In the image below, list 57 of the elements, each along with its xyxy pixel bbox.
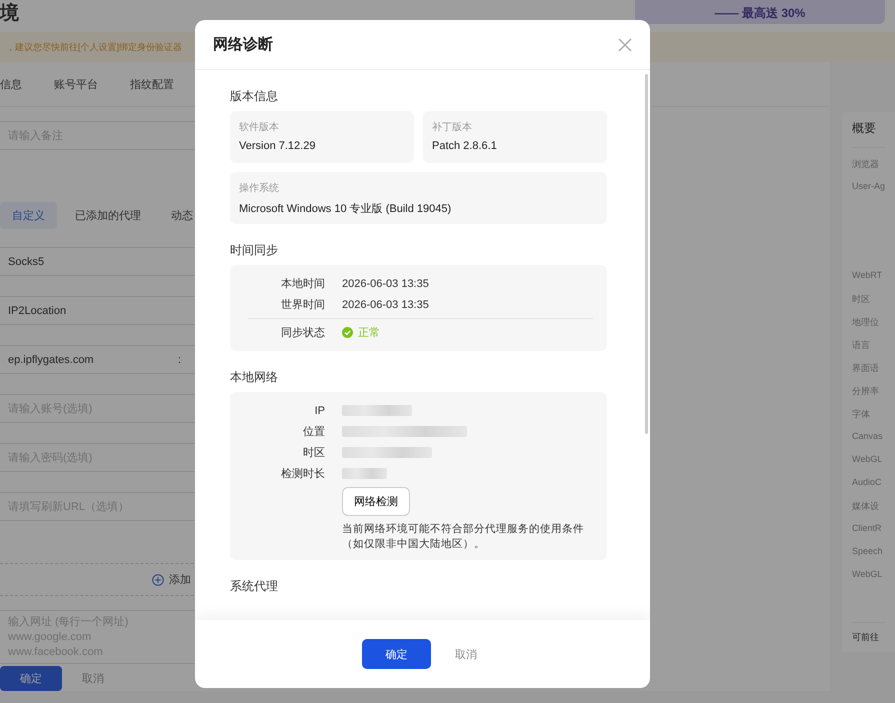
section-heading: 系统代理 [230, 578, 279, 595]
summary-label: WebGL [852, 568, 884, 581]
scrollbar-thumb[interactable] [644, 74, 648, 434]
cancel-button[interactable]: 取消 [449, 646, 483, 662]
row-label: 位置 [302, 425, 325, 439]
row-label: 本地时间 [280, 277, 325, 291]
summary-label: 分辨率 [852, 385, 880, 398]
tab[interactable]: 账号平台 [54, 76, 98, 92]
card-value: Microsoft Windows 10 专业版 (Build 19045) [239, 202, 452, 216]
proxy-tab[interactable]: 已添加的代理 [63, 202, 153, 229]
tab[interactable]: 指纹配置 [130, 76, 174, 92]
card-value: Version 7.12.29 [239, 140, 316, 152]
plus-circle-icon [152, 574, 164, 586]
summary-label: WebRT [852, 269, 884, 282]
network-test-button[interactable]: 网络检测 [342, 487, 410, 516]
summary-label: Speech [852, 545, 884, 558]
summary-footer: 可前往 [852, 622, 885, 644]
summary-label: 语言 [852, 339, 871, 352]
section-heading: 版本信息 [230, 88, 279, 105]
row-label: IP [314, 404, 325, 416]
row-label: 世界时间 [280, 298, 325, 312]
summary-label: 地理位 [852, 316, 880, 329]
row-value: 2026-06-03 13:35 [342, 298, 430, 310]
close-button[interactable] [618, 38, 632, 52]
confirm-button[interactable]: 确定 [0, 666, 62, 691]
tab[interactable]: 信息 [0, 76, 22, 92]
row-label: 时区 [302, 446, 325, 460]
summary-title: 概要 [852, 120, 885, 148]
summary-label: 字体 [852, 408, 871, 421]
summary-label: 媒体设 [852, 500, 880, 513]
section-heading: 本地网络 [230, 369, 279, 386]
row-label: 检测时长 [280, 467, 325, 481]
redacted-value [342, 468, 387, 479]
check-circle-icon [342, 327, 353, 338]
summary-label: WebGL [852, 453, 884, 466]
redacted-value [342, 405, 412, 416]
row-label: 同步状态 [280, 326, 325, 340]
summary-label: 浏览器 [852, 158, 880, 171]
card-value: Patch 2.8.6.1 [432, 140, 498, 152]
summary-label: AudioC [852, 476, 883, 489]
close-icon [618, 38, 632, 52]
row-value: 2026-06-03 13:35 [342, 278, 430, 290]
card-label: 操作系统 [239, 182, 280, 195]
summary-label: ClientR [852, 522, 882, 535]
summary-label: 时区 [852, 293, 871, 306]
section-heading: 时间同步 [230, 242, 279, 259]
summary-label: User-Ag [852, 180, 885, 193]
summary-label: 界面语 [852, 362, 880, 375]
network-note: 当前网络环境可能不符合部分代理服务的使用条件（如仅限非中国大陆地区）。 [342, 522, 585, 552]
proxy-tab[interactable]: 自定义 [0, 202, 57, 229]
card-label: 补丁版本 [432, 120, 473, 134]
card-label: 软件版本 [239, 120, 280, 134]
dialog-title: 网络诊断 [213, 35, 273, 54]
confirm-button[interactable]: 确定 [362, 639, 431, 669]
summary-label: Canvas [852, 430, 884, 443]
sync-status: 正常 [358, 326, 380, 340]
promo-banner[interactable]: —— 最高送 30% [635, 0, 885, 24]
